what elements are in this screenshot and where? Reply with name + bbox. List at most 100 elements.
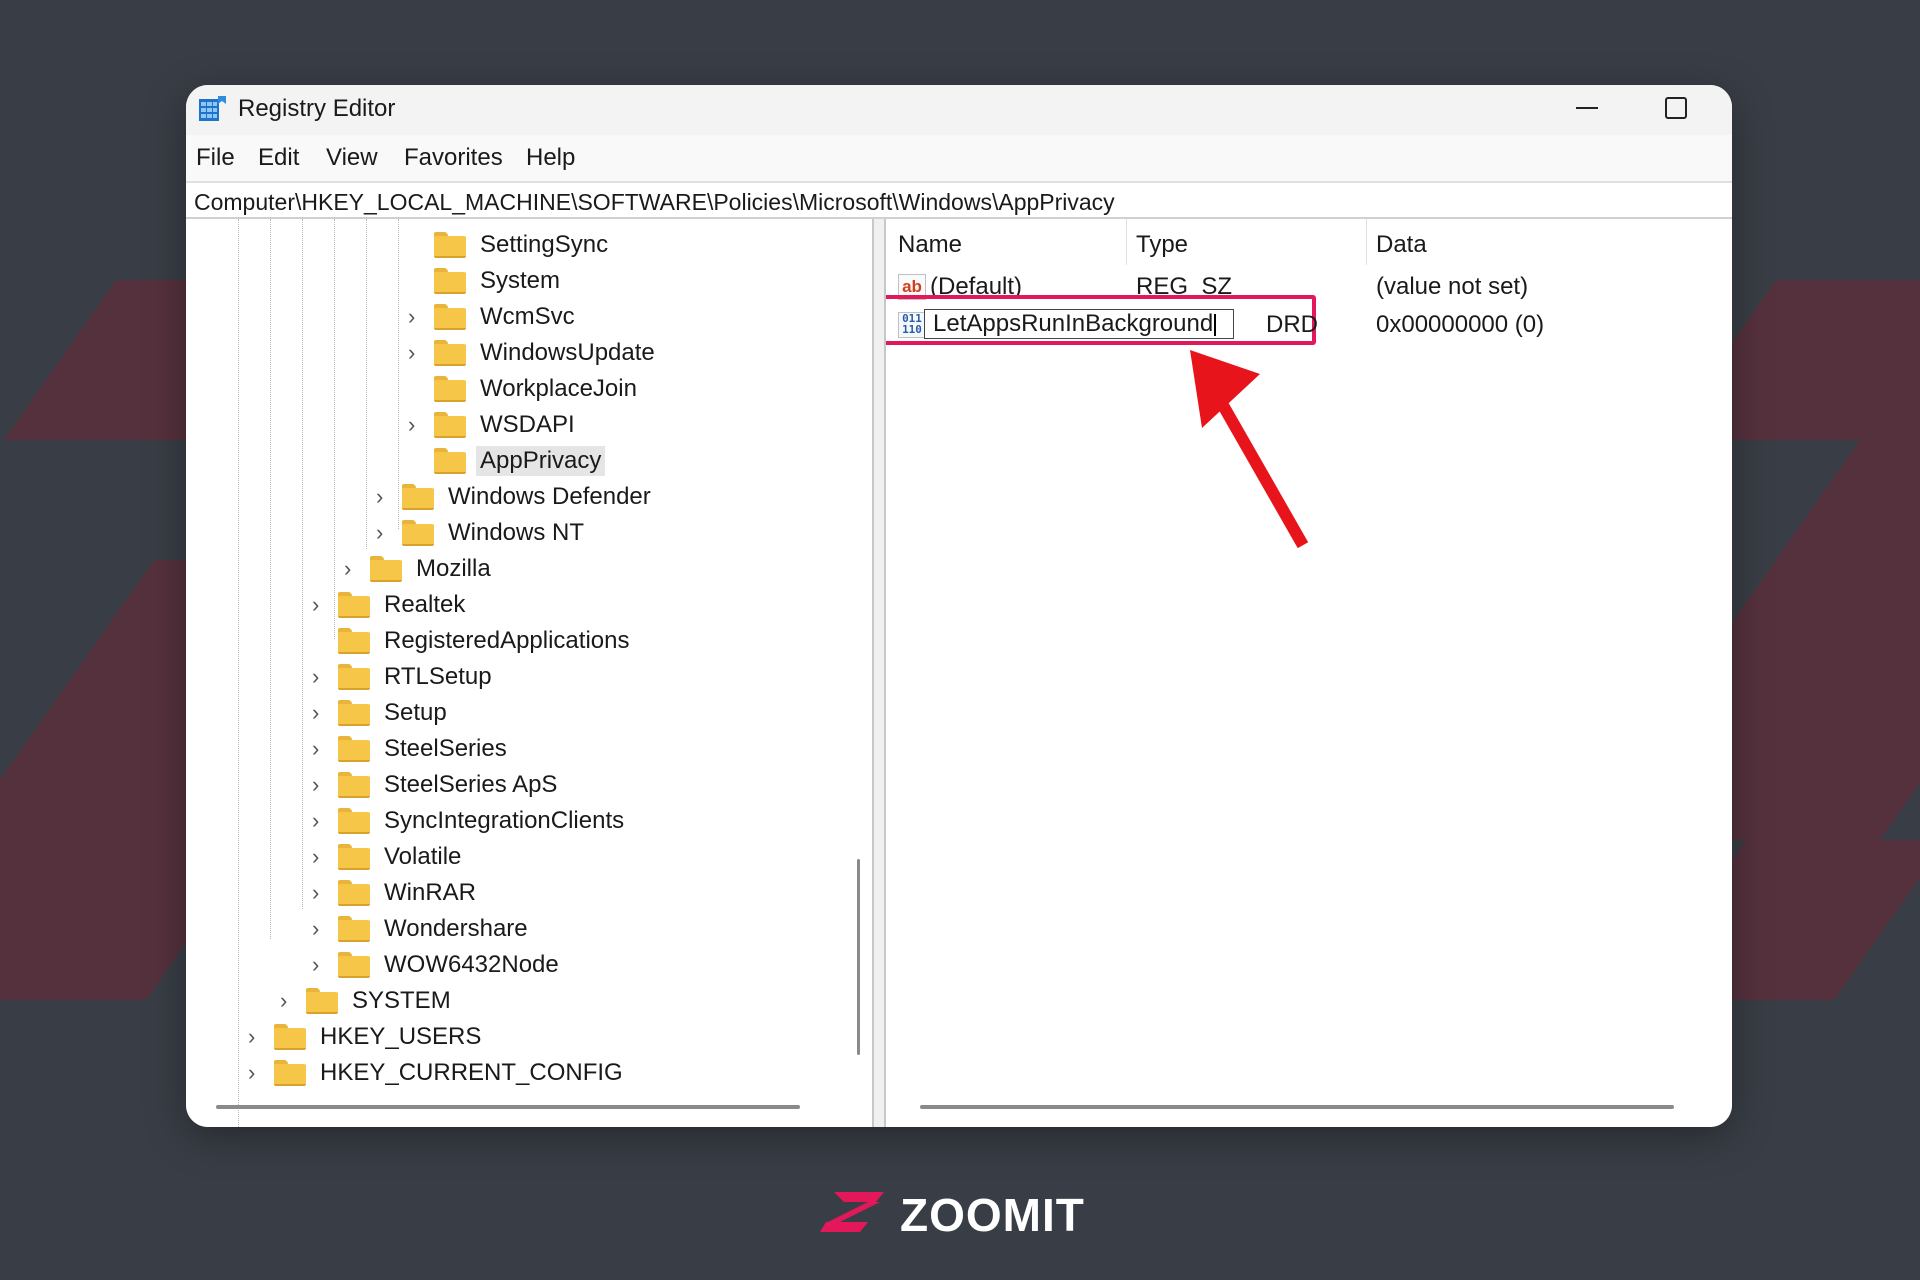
tree-item-winrar[interactable]: › WinRAR [312, 877, 812, 909]
pane-splitter[interactable] [872, 219, 886, 1127]
zoomit-wordmark: ZOOMIT [900, 1189, 1085, 1241]
tree-item-windows-nt[interactable]: › Windows NT [376, 517, 872, 549]
tree-guide-line [238, 219, 239, 1127]
dword-value-icon: 011 110 [898, 312, 926, 338]
tree-item-hkey-current-config[interactable]: › HKEY_CURRENT_CONFIG [248, 1057, 748, 1089]
folder-icon [338, 628, 370, 654]
folder-icon [434, 376, 466, 402]
tree-item-windows-defender[interactable]: › Windows Defender [376, 481, 872, 513]
tree-item-setup[interactable]: › Setup [312, 697, 812, 729]
chevron-right-icon[interactable]: › [408, 413, 428, 437]
tree-item-steelseries-aps[interactable]: › SteelSeries ApS [312, 769, 812, 801]
tree-item-system[interactable]: System [408, 265, 872, 297]
chevron-right-icon[interactable]: › [312, 593, 332, 617]
tree-item-label: Windows Defender [448, 483, 651, 510]
menu-favorites[interactable]: Favorites [404, 144, 503, 172]
menu-edit[interactable]: Edit [258, 144, 299, 172]
tree-item-volatile[interactable]: › Volatile [312, 841, 812, 873]
tree-item-wow6432node[interactable]: › WOW6432Node [312, 949, 812, 981]
tree-item-label: SteelSeries [384, 735, 507, 762]
tree-item-label: AppPrivacy [476, 446, 606, 476]
folder-icon [274, 1024, 306, 1050]
chevron-right-icon[interactable]: › [376, 521, 396, 545]
chevron-right-icon[interactable]: › [248, 1061, 268, 1085]
tree-item-label: System [480, 267, 561, 294]
folder-icon [434, 412, 466, 438]
chevron-right-icon[interactable]: › [280, 989, 300, 1013]
tree-item-wsdapi[interactable]: › WSDAPI [408, 409, 872, 441]
folder-icon [338, 772, 370, 798]
maximize-button[interactable] [1632, 85, 1722, 135]
folder-icon [434, 268, 466, 294]
chevron-right-icon[interactable]: › [312, 773, 332, 797]
column-header-data[interactable]: Data [1366, 219, 1732, 269]
tree-item-appprivacy[interactable]: AppPrivacy [408, 445, 872, 477]
tree-item-mozilla[interactable]: › Mozilla [344, 553, 844, 585]
tree-horizontal-scrollbar[interactable] [216, 1105, 800, 1109]
chevron-right-icon[interactable]: › [312, 881, 332, 905]
tree-item-syncintegrationclients[interactable]: › SyncIntegrationClients [312, 805, 812, 837]
zoomit-logo-mark [820, 1192, 884, 1232]
value-data: 0x00000000 (0) [1376, 311, 1545, 338]
folder-icon [338, 916, 370, 942]
minimize-button[interactable] [1542, 85, 1632, 135]
rename-text: LetAppsRunInBackground [933, 310, 1214, 337]
list-horizontal-scrollbar[interactable] [920, 1105, 1674, 1109]
tree-item-steelseries[interactable]: › SteelSeries [312, 733, 812, 765]
tree-item-windowsupdate[interactable]: › WindowsUpdate [408, 337, 872, 369]
value-type: DRD [1266, 311, 1318, 338]
chevron-right-icon[interactable]: › [312, 665, 332, 689]
chevron-right-icon[interactable]: › [408, 305, 428, 329]
chevron-right-icon[interactable]: › [312, 917, 332, 941]
folder-icon [402, 520, 434, 546]
tree-item-settingsync[interactable]: SettingSync [408, 229, 872, 261]
address-path[interactable]: Computer\HKEY_LOCAL_MACHINE\SOFTWARE\Pol… [194, 189, 1115, 216]
tree-item-realtek[interactable]: › Realtek [312, 589, 812, 621]
scrollbar-thumb[interactable] [857, 859, 860, 1055]
menu-help[interactable]: Help [526, 144, 575, 172]
menu-bar: File Edit View Favorites Help [186, 135, 1732, 181]
tree-item-workplacejoin[interactable]: WorkplaceJoin [408, 373, 872, 405]
folder-icon [338, 700, 370, 726]
chevron-right-icon[interactable]: › [248, 1025, 268, 1049]
menu-file[interactable]: File [196, 144, 235, 172]
tree-item-wcmsvc[interactable]: › WcmSvc [408, 301, 872, 333]
chevron-right-icon[interactable]: › [312, 737, 332, 761]
chevron-right-icon[interactable]: › [344, 557, 364, 581]
column-header-type[interactable]: Type [1126, 219, 1366, 269]
chevron-right-icon[interactable]: › [312, 953, 332, 977]
annotation-arrow-icon [1190, 350, 1309, 549]
menu-view[interactable]: View [326, 144, 378, 172]
folder-icon [306, 988, 338, 1014]
rename-value-input[interactable]: LetAppsRunInBackground [924, 309, 1234, 339]
column-header-name[interactable]: Name [886, 219, 1126, 269]
chevron-right-icon[interactable]: › [376, 485, 396, 509]
tree-guide-line [334, 219, 335, 639]
tree-item-label: HKEY_CURRENT_CONFIG [320, 1059, 623, 1086]
tree-vertical-scrollbar[interactable] [852, 219, 866, 1127]
chevron-right-icon[interactable]: › [408, 341, 428, 365]
chevron-right-icon[interactable]: › [312, 845, 332, 869]
tree-item-label: SYSTEM [352, 987, 451, 1014]
chevron-right-icon[interactable]: › [312, 701, 332, 725]
tree-item-label: WorkplaceJoin [480, 375, 637, 402]
folder-icon [338, 664, 370, 690]
tree-item-system[interactable]: › SYSTEM [280, 985, 780, 1017]
tree-item-label: Volatile [384, 843, 462, 870]
key-tree-pane: SettingSync System › WcmSvc › WindowsUpdate Wo… [186, 219, 872, 1127]
value-row-letappsruninbackground[interactable]: 011 110 DRD LetAppsRunInBackground 0x000… [886, 295, 1732, 345]
folder-icon [434, 448, 466, 474]
tree-item-registeredapplications[interactable]: RegisteredApplications [312, 625, 812, 657]
window-title: Registry Editor [238, 95, 396, 122]
column-label: Data [1376, 231, 1427, 258]
tree-item-hkey-users[interactable]: › HKEY_USERS [248, 1021, 748, 1053]
tree-item-rtlsetup[interactable]: › RTLSetup [312, 661, 812, 693]
address-bar[interactable]: Computer\HKEY_LOCAL_MACHINE\SOFTWARE\Pol… [186, 181, 1732, 219]
folder-icon [434, 232, 466, 258]
tree-item-wondershare[interactable]: › Wondershare [312, 913, 812, 945]
tree-item-label: WinRAR [384, 879, 477, 906]
tree-guide-line [270, 219, 271, 939]
chevron-right-icon[interactable]: › [312, 809, 332, 833]
tree-item-label: WOW6432Node [384, 951, 559, 978]
title-bar[interactable]: Registry Editor [186, 85, 1732, 135]
